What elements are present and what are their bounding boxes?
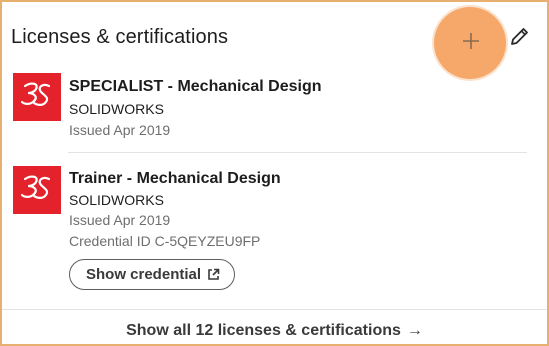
certification-issuer: SOLIDWORKS	[69, 101, 164, 117]
certification-title[interactable]: SPECIALIST - Mechanical Design	[69, 78, 322, 96]
item-divider	[68, 152, 527, 153]
section-title: Licenses & certifications	[11, 26, 229, 48]
3ds-logo-icon	[19, 77, 55, 118]
certification-issued-date: Issued Apr 2019	[69, 212, 171, 228]
certification-issuer: SOLIDWORKS	[69, 192, 164, 208]
plus-icon	[461, 31, 481, 56]
show-credential-label: Show credential	[86, 266, 202, 283]
add-certification-button[interactable]	[452, 24, 490, 62]
certification-issued-date: Issued Apr 2019	[69, 122, 171, 138]
show-credential-button[interactable]: Show credential	[69, 259, 236, 290]
footer-divider	[2, 309, 547, 310]
solidworks-logo[interactable]	[13, 73, 61, 121]
certification-title[interactable]: Trainer - Mechanical Design	[69, 170, 281, 188]
3ds-logo-icon	[19, 170, 55, 211]
edit-certifications-button[interactable]	[506, 26, 532, 52]
solidworks-logo[interactable]	[13, 166, 61, 214]
show-all-label: Show all 12 licenses & certifications	[126, 322, 401, 339]
show-all-certifications-link[interactable]: Show all 12 licenses & certifications →	[2, 322, 547, 340]
pencil-icon	[508, 26, 530, 53]
arrow-right-icon: →	[406, 322, 423, 339]
licenses-certifications-card: Licenses & certifications SPECIALIST - M…	[0, 0, 549, 346]
credential-id: Credential ID C-5QEYZEU9FP	[69, 233, 261, 249]
external-link-icon	[207, 268, 220, 281]
